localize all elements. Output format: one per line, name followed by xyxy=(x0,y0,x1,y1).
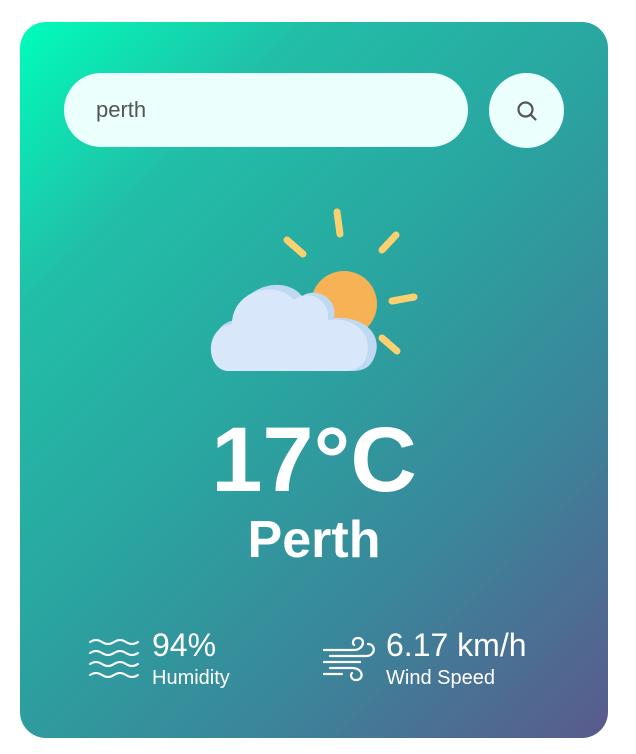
humidity-value: 94% xyxy=(152,627,217,663)
waves-icon xyxy=(89,639,139,678)
weather-card: (function(){ var d = JSON.parse(document… xyxy=(20,22,608,738)
city-name: Perth xyxy=(247,511,381,569)
wind-value: 6.17 km/h xyxy=(386,627,527,663)
humidity-stat: 94% Humidity xyxy=(88,626,268,690)
search-input[interactable] xyxy=(64,73,468,147)
humidity-label: Humidity xyxy=(152,667,230,689)
partly-cloudy-icon xyxy=(210,208,418,371)
wind-icon xyxy=(322,636,375,682)
wind-stat: 6.17 km/h Wind Speed xyxy=(322,626,562,690)
search-button[interactable] xyxy=(489,73,564,148)
search-icon xyxy=(516,100,537,121)
temperature: 17°C xyxy=(211,409,417,511)
wind-label: Wind Speed xyxy=(386,667,495,689)
